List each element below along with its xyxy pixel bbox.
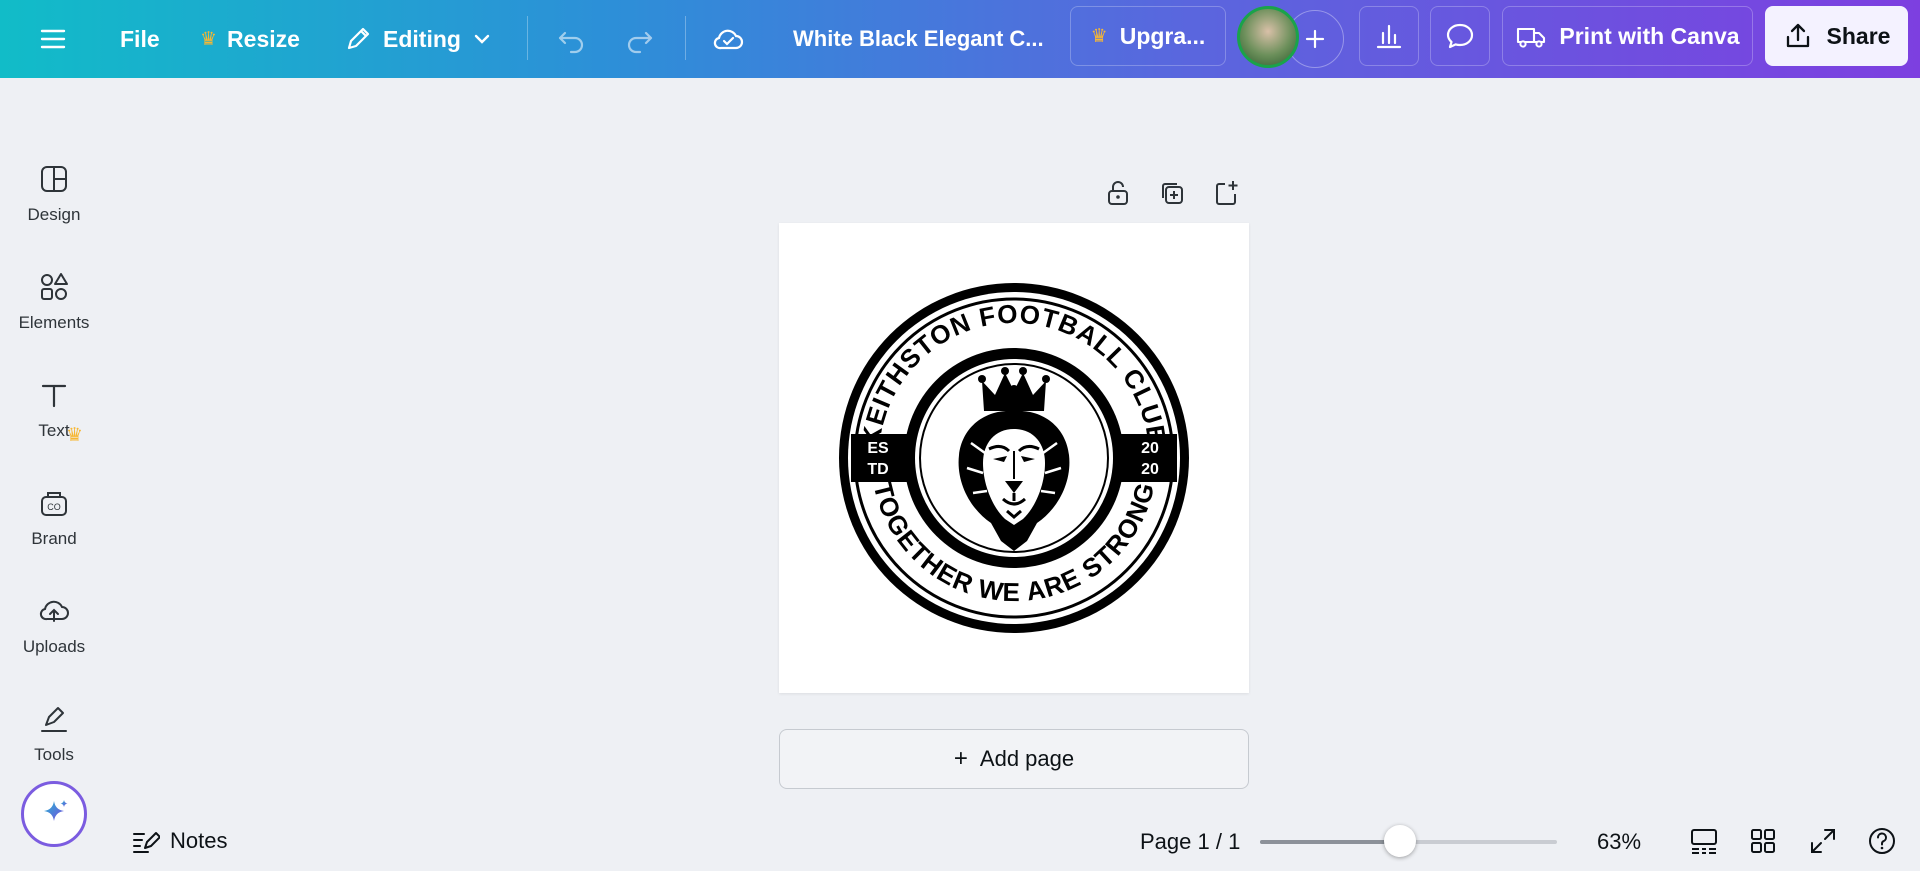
sparkle-icon xyxy=(44,800,68,821)
sidebar-item-brand[interactable]: CO Brand xyxy=(0,470,108,566)
add-page-button[interactable]: + Add page xyxy=(779,729,1249,789)
chevron-down-icon xyxy=(474,34,490,44)
design-icon xyxy=(41,166,67,192)
fullscreen-button[interactable] xyxy=(1808,826,1838,856)
crown-icon: ♛ xyxy=(66,425,84,446)
upgrade-label: Upgra... xyxy=(1119,22,1206,49)
add-page-icon[interactable] xyxy=(1211,178,1241,208)
magic-assistant-button[interactable] xyxy=(21,781,87,847)
top-toolbar: File ♛ Resize Editing White Black Elegan… xyxy=(0,0,1920,78)
svg-text:CO: CO xyxy=(47,502,61,512)
duplicate-page-icon[interactable] xyxy=(1157,178,1187,208)
comments-button[interactable] xyxy=(1430,6,1490,66)
add-page-label: Add page xyxy=(979,746,1075,771)
sidebar-item-label: Uploads xyxy=(22,637,86,656)
print-label: Print with Canva xyxy=(1559,22,1740,49)
crown-icon: ♛ xyxy=(200,28,218,50)
badge-year-bottom: 20 xyxy=(1141,461,1159,478)
brand-icon: CO xyxy=(41,492,67,516)
share-label: Share xyxy=(1826,22,1891,49)
badge-year-top: 20 xyxy=(1141,440,1159,457)
sidebar-item-label: Elements xyxy=(18,313,90,332)
zoom-slider-fill xyxy=(1260,840,1400,844)
sidebar-item-label: Tools xyxy=(34,745,74,764)
badge-est-top: ES xyxy=(867,440,889,457)
page-view-icon xyxy=(1691,829,1717,854)
grid-view-button[interactable] xyxy=(1748,826,1778,856)
file-menu[interactable]: File xyxy=(120,11,160,67)
zoom-percentage[interactable]: 63% xyxy=(1597,829,1641,855)
resize-button[interactable]: ♛ Resize xyxy=(200,11,300,67)
notes-label: Notes xyxy=(170,828,228,853)
toolbar-divider xyxy=(685,16,686,60)
comment-icon xyxy=(1446,23,1474,49)
document-title-text: White Black Elegant C... xyxy=(793,26,1044,51)
main-menu-button[interactable] xyxy=(38,11,68,67)
editing-dropdown[interactable]: Editing xyxy=(343,11,493,67)
toolbar-divider xyxy=(527,16,528,60)
undo-button[interactable] xyxy=(555,11,587,67)
share-upload-icon xyxy=(1786,23,1809,48)
sidebar-item-uploads[interactable]: Uploads xyxy=(0,578,108,674)
hamburger-icon xyxy=(40,29,66,49)
uploads-icon xyxy=(39,600,69,622)
resize-label: Resize xyxy=(227,25,300,52)
document-title[interactable]: White Black Elegant C... xyxy=(793,11,1044,67)
elements-icon xyxy=(41,273,68,300)
design-page[interactable]: KEITHSTON FOOTBALL CLUB TOGETHER WE ARE … xyxy=(779,223,1249,693)
help-icon xyxy=(1869,828,1895,854)
bar-chart-icon xyxy=(1376,24,1402,49)
sidebar-item-label: Brand xyxy=(31,529,77,548)
page-indicator[interactable]: Page 1 / 1 xyxy=(1140,829,1240,855)
left-sidebar: Design Elements Text CO Brand ♛ Uploads xyxy=(0,78,108,871)
insights-button[interactable] xyxy=(1359,6,1419,66)
pages-view-button[interactable] xyxy=(1689,826,1719,856)
page-toolbar xyxy=(1103,178,1241,208)
redo-icon xyxy=(627,31,653,54)
zoom-slider-thumb[interactable] xyxy=(1383,825,1416,857)
help-button[interactable] xyxy=(1867,826,1897,856)
file-label: File xyxy=(120,25,160,52)
undo-icon xyxy=(558,31,584,54)
crown-icon: ♛ xyxy=(1090,25,1108,47)
editing-label: Editing xyxy=(383,25,461,52)
truck-icon xyxy=(1517,27,1546,48)
sidebar-item-elements[interactable]: Elements xyxy=(0,254,108,350)
expand-icon xyxy=(1811,829,1835,853)
page-indicator-text: Page 1 / 1 xyxy=(1140,829,1241,854)
sidebar-item-design[interactable]: Design xyxy=(0,146,108,242)
lock-icon[interactable] xyxy=(1103,178,1133,208)
grid-icon xyxy=(1751,829,1775,853)
plus-icon xyxy=(1305,29,1325,49)
sidebar-item-label: Text xyxy=(38,421,70,440)
notes-button[interactable]: Notes xyxy=(130,826,227,856)
sidebar-item-text[interactable]: Text xyxy=(0,362,108,458)
badge-est-bottom: TD xyxy=(867,461,888,478)
sidebar-item-label: Design xyxy=(27,205,81,224)
sidebar-item-tools[interactable]: Tools xyxy=(0,686,108,782)
zoom-label: 63% xyxy=(1597,829,1642,854)
pencil-icon xyxy=(347,27,370,50)
share-button[interactable]: Share xyxy=(1765,6,1908,66)
save-status-button[interactable] xyxy=(711,11,745,67)
upgrade-button[interactable]: ♛ Upgra... xyxy=(1070,6,1226,66)
tools-icon xyxy=(41,707,67,732)
cloud-check-icon xyxy=(713,29,744,50)
plus-icon: + xyxy=(953,745,968,772)
avatar[interactable] xyxy=(1237,6,1299,68)
print-with-canva-button[interactable]: Print with Canva xyxy=(1502,6,1753,66)
club-badge[interactable]: KEITHSTON FOOTBALL CLUB TOGETHER WE ARE … xyxy=(779,223,1249,693)
notes-icon xyxy=(133,832,160,853)
redo-button[interactable] xyxy=(624,11,656,67)
text-icon xyxy=(41,384,67,408)
